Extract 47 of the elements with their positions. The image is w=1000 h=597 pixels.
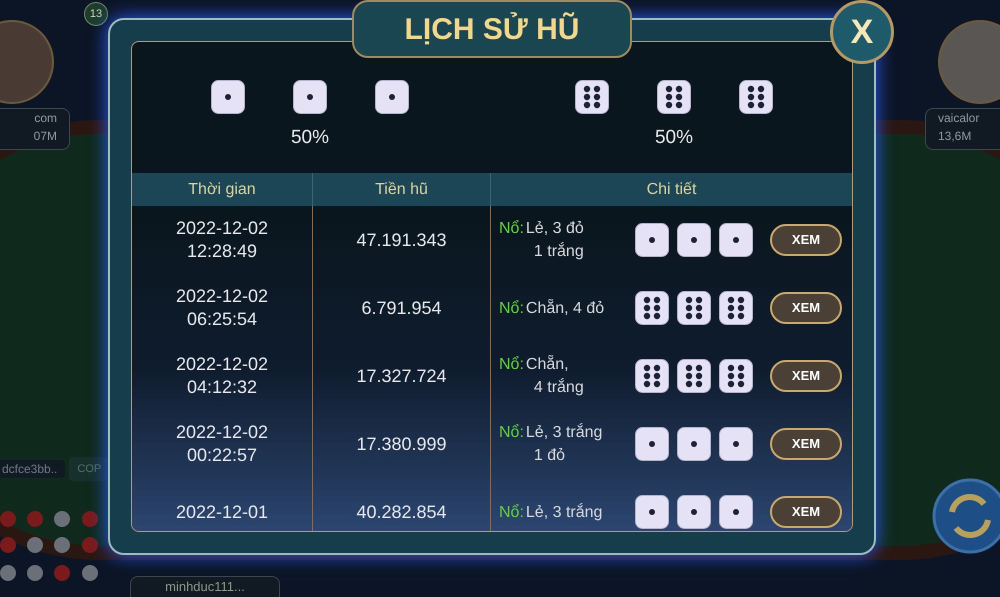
table-cell: 2022-12-02 — [176, 353, 268, 376]
jackpot-amount: 40.282.854 — [356, 500, 447, 524]
table-cell: 2022-12-02 — [176, 285, 268, 308]
jackpot-chance: 50% — [290, 126, 330, 150]
refresh-icon[interactable] — [932, 478, 1000, 554]
result-text: 4 trắng — [532, 377, 584, 398]
result-text: Chẵn, — [526, 354, 570, 375]
dialog-title: LỊCH SỬ HŨ — [352, 0, 632, 58]
result-text: Lẻ, 3 đỏ — [526, 219, 584, 239]
view-button[interactable]: XEM — [770, 292, 842, 324]
level-badge: 13 — [84, 2, 108, 26]
jackpot-chance: 50% — [654, 126, 694, 150]
column-header: Tiền hũ — [375, 180, 428, 200]
jackpot-amount: 6.791.954 — [361, 296, 442, 320]
result-label: Nổ: — [499, 219, 524, 239]
view-button[interactable]: XEM — [770, 360, 842, 392]
view-button[interactable]: XEM — [770, 496, 842, 528]
player-balance: 13,6M — [938, 128, 972, 145]
table-cell: 04:12:32 — [186, 376, 258, 399]
view-button[interactable]: XEM — [770, 224, 842, 256]
player-balance: 07M — [34, 128, 57, 145]
result-text: 1 đỏ — [532, 446, 566, 466]
result-label: Nổ: — [499, 502, 524, 522]
player-name: com — [34, 110, 57, 127]
player-name: vaicalor — [938, 110, 980, 127]
player-name: minhduc111... — [130, 576, 280, 597]
column-header: Thời gian — [188, 180, 256, 200]
view-button[interactable]: XEM — [770, 428, 842, 460]
table-cell: 00:22:57 — [186, 444, 258, 467]
jackpot-amount: 47.191.343 — [356, 228, 447, 252]
jackpot-amount: 17.327.724 — [356, 364, 447, 388]
close-button[interactable]: X — [830, 0, 894, 64]
result-text: 1 trắng — [532, 241, 584, 262]
result-label: Nổ: — [499, 423, 524, 443]
room-code: dcfce3bb.. — [0, 460, 66, 478]
result-text: Chẵn, 4 đỏ — [526, 298, 604, 318]
jackpot-amount: 17.380.999 — [356, 432, 447, 456]
result-text: Lẻ, 3 trắng — [526, 422, 602, 443]
table-cell: 2022-12-02 — [176, 217, 268, 240]
column-header: Chi tiết — [646, 180, 696, 200]
table-cell: 2022-12-02 — [176, 421, 268, 444]
table-cell: 2022-12-01 — [176, 500, 268, 524]
result-label: Nổ: — [499, 298, 524, 318]
result-label: Nổ: — [499, 355, 524, 375]
table-cell: 12:28:49 — [186, 240, 258, 263]
result-text: Lẻ, 3 trắng — [526, 502, 602, 522]
table-cell: 06:25:54 — [186, 308, 258, 331]
